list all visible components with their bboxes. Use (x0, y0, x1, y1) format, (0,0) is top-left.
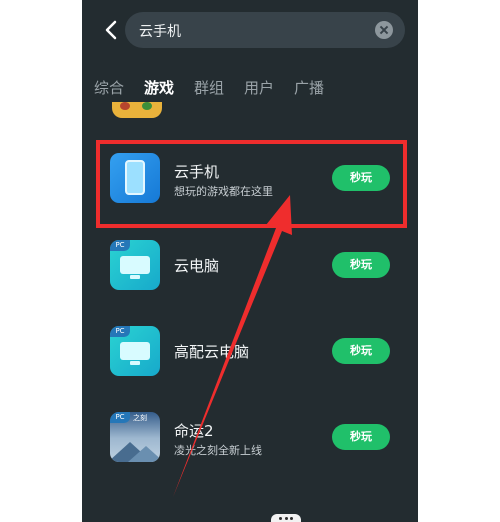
search-input[interactable]: 云手机 (139, 21, 181, 41)
instant-play-button[interactable]: 秒玩 (332, 252, 390, 278)
chevron-left-icon (105, 20, 117, 40)
tab-groups[interactable]: 群组 (194, 77, 224, 98)
result-row-high-config-cloud-pc[interactable]: PC 高配云电脑 秒玩 (82, 326, 418, 406)
app-screen: 云手机 综合 游戏 群组 用户 广播 云手机 想玩的游戏都在这里 秒玩 PC 云… (82, 0, 418, 522)
search-bar[interactable]: 云手机 (125, 12, 405, 48)
tab-users[interactable]: 用户 (244, 77, 274, 98)
search-tabs: 综合 游戏 群组 用户 广播 (82, 77, 418, 103)
previous-result-icon (112, 102, 162, 118)
game-mini-label: 之刻 (133, 414, 147, 422)
result-name: 命运2 (174, 422, 214, 440)
pc-badge: PC (110, 326, 130, 337)
cloud-pc-icon: PC (110, 240, 160, 290)
result-desc: 凌光之刻全新上线 (174, 444, 262, 457)
instant-play-button[interactable]: 秒玩 (332, 338, 390, 364)
result-name: 云电脑 (174, 257, 220, 275)
high-config-cloud-pc-icon: PC (110, 326, 160, 376)
highlight-box (96, 140, 407, 228)
destiny-2-icon: PC 之刻 (110, 412, 160, 462)
tab-games[interactable]: 游戏 (144, 77, 174, 98)
more-handle[interactable] (271, 514, 301, 522)
back-button[interactable] (100, 18, 124, 42)
result-row-destiny-2[interactable]: PC 之刻 命运2 凌光之刻全新上线 秒玩 (82, 412, 418, 492)
pc-badge: PC (110, 412, 130, 423)
tab-all[interactable]: 综合 (94, 77, 124, 98)
result-row-cloud-pc[interactable]: PC 云电脑 秒玩 (82, 240, 418, 320)
result-name: 高配云电脑 (174, 343, 250, 361)
clear-icon[interactable] (375, 21, 393, 39)
instant-play-button[interactable]: 秒玩 (332, 424, 390, 450)
tab-broadcast[interactable]: 广播 (294, 77, 324, 98)
pc-badge: PC (110, 240, 130, 251)
